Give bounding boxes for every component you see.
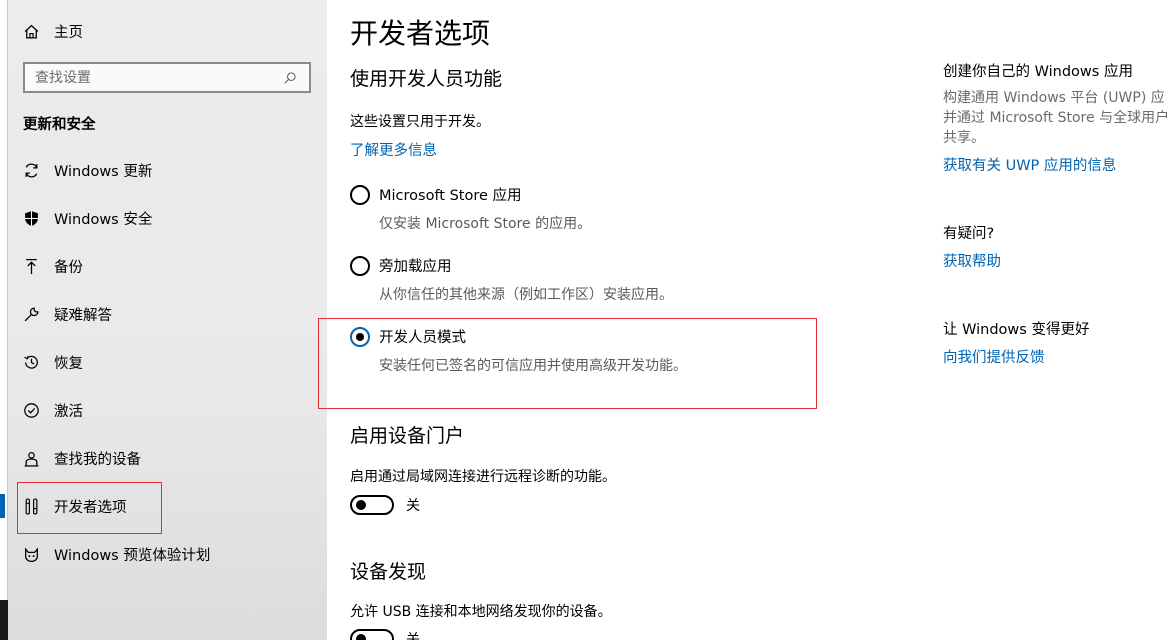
give-feedback-link[interactable]: 向我们提供反馈 (943, 346, 1045, 367)
sidebar: 主页 更新和安全 Windows 更新 Windows 安全 备份 (0, 0, 327, 640)
learn-more-link[interactable]: 了解更多信息 (350, 139, 437, 160)
sidebar-item-label: Windows 安全 (54, 211, 153, 228)
search-icon[interactable] (283, 70, 299, 86)
toggle-state-label: 关 (406, 498, 420, 514)
option-store-apps[interactable]: Microsoft Store 应用 (350, 184, 522, 205)
insider-cat-icon (22, 545, 40, 563)
page-title: 开发者选项 (350, 17, 491, 50)
device-portal-toggle-row[interactable]: 关 (350, 495, 420, 515)
device-discovery-toggle-row[interactable]: 关 (350, 629, 420, 640)
create-app-desc-line: 共享。 (943, 130, 985, 146)
section-heading-device-discovery: 设备发现 (350, 561, 427, 583)
create-app-heading: 创建你自己的 Windows 应用 (943, 64, 1133, 80)
device-discovery-description: 允许 USB 连接和本地网络发现你的设备。 (350, 604, 612, 620)
search-box[interactable] (23, 62, 311, 93)
create-app-desc-line: 并通过 Microsoft Store 与全球用户 (943, 110, 1169, 126)
sidebar-item-windows-update[interactable]: Windows 更新 (8, 146, 327, 194)
person-location-icon (22, 449, 40, 467)
sidebar-item-label: 查找我的设备 (54, 451, 141, 468)
device-discovery-toggle[interactable] (350, 629, 394, 640)
section-heading-device-portal: 启用设备门户 (350, 425, 465, 447)
option-label: Microsoft Store 应用 (379, 188, 522, 204)
option-sideload-apps[interactable]: 旁加载应用 (350, 255, 452, 276)
section-heading-developer-features: 使用开发人员功能 (350, 68, 503, 90)
refresh-icon (22, 161, 40, 179)
sidebar-item-recovery[interactable]: 恢复 (8, 338, 327, 386)
sidebar-item-label: 激活 (54, 403, 83, 420)
background-window-edge (0, 0, 8, 640)
uwp-info-link[interactable]: 获取有关 UWP 应用的信息 (943, 154, 1116, 175)
radio-store-apps[interactable] (350, 184, 370, 205)
home-icon (22, 22, 40, 40)
toggle-state-label: 关 (406, 632, 420, 640)
sidebar-item-activation[interactable]: 激活 (8, 386, 327, 434)
sidebar-item-troubleshoot[interactable]: 疑难解答 (8, 290, 327, 338)
sidebar-item-windows-insider[interactable]: Windows 预览体验计划 (8, 530, 327, 578)
option-label: 旁加载应用 (379, 259, 452, 275)
sidebar-item-label: Windows 预览体验计划 (54, 547, 211, 564)
questions-heading: 有疑问? (943, 226, 995, 242)
annotation-box-sidebar (17, 482, 162, 534)
sidebar-section-title: 更新和安全 (23, 117, 96, 133)
device-portal-toggle[interactable] (350, 495, 394, 515)
search-input[interactable] (35, 69, 283, 86)
sidebar-home[interactable]: 主页 (22, 18, 83, 44)
sidebar-item-label: 疑难解答 (54, 307, 112, 324)
sidebar-item-label: 备份 (54, 259, 83, 276)
annotation-box-developer-mode (318, 318, 817, 409)
shield-icon (22, 209, 40, 227)
section-intro: 这些设置只用于开发。 (350, 114, 490, 130)
radio-sideload-apps[interactable] (350, 255, 370, 276)
history-icon (22, 353, 40, 371)
sidebar-item-label: 恢复 (54, 355, 83, 372)
sidebar-item-backup[interactable]: 备份 (8, 242, 327, 290)
sidebar-item-find-my-device[interactable]: 查找我的设备 (8, 434, 327, 482)
selected-indicator (0, 494, 5, 518)
device-portal-description: 启用通过局域网连接进行远程诊断的功能。 (350, 469, 616, 485)
sidebar-item-windows-security[interactable]: Windows 安全 (8, 194, 327, 242)
related-info-panel: 创建你自己的 Windows 应用 构建通用 Windows 平台 (UWP) … (943, 0, 1169, 640)
get-help-link[interactable]: 获取帮助 (943, 250, 1001, 271)
home-label: 主页 (54, 24, 83, 41)
check-circle-icon (22, 401, 40, 419)
option-description: 仅安装 Microsoft Store 的应用。 (379, 216, 592, 232)
create-app-desc-line: 构建通用 Windows 平台 (UWP) 应 (943, 90, 1165, 106)
backup-arrow-icon (22, 257, 40, 275)
sidebar-item-label: Windows 更新 (54, 163, 153, 180)
wrench-icon (22, 305, 40, 323)
background-taskbar-edge (0, 600, 8, 640)
feedback-heading: 让 Windows 变得更好 (943, 322, 1090, 338)
option-description: 从你信任的其他来源（例如工作区）安装应用。 (379, 287, 673, 303)
